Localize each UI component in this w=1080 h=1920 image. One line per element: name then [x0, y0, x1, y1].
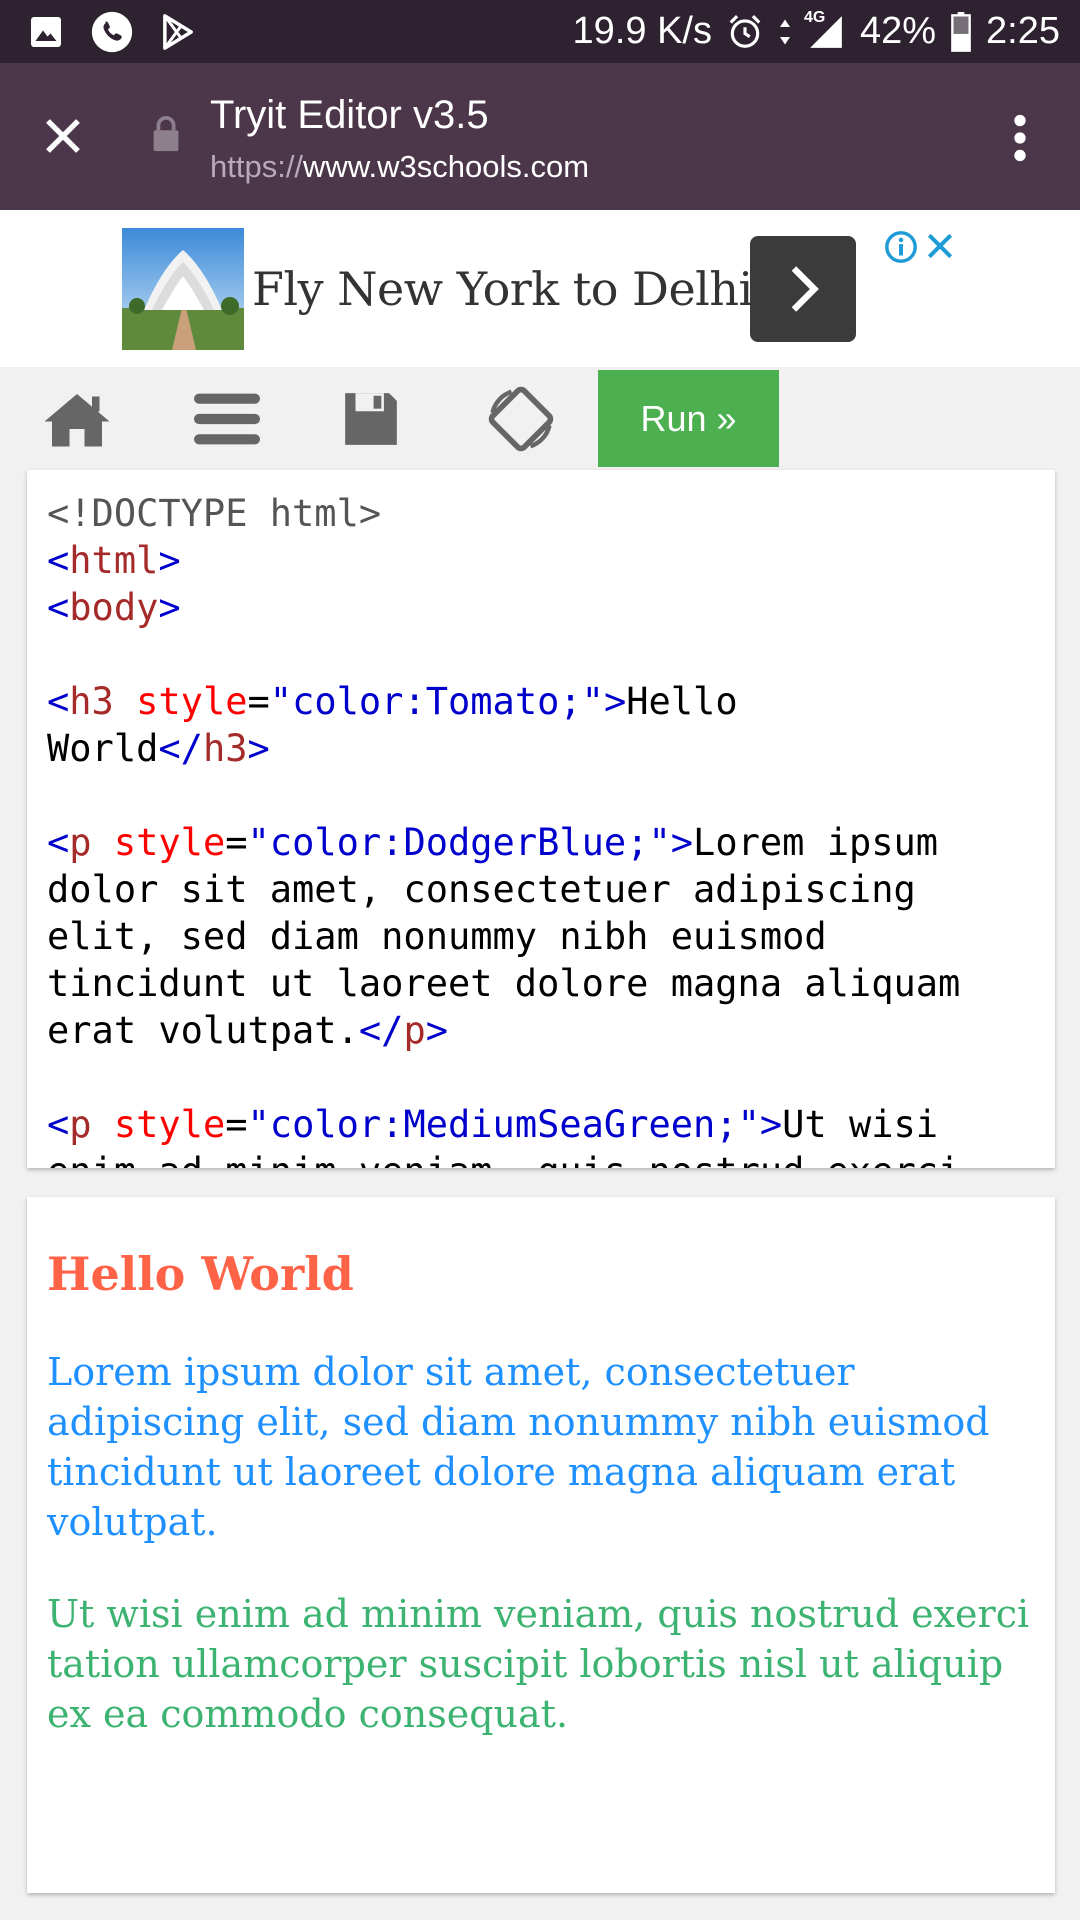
page-title: Tryit Editor v3.5: [210, 93, 489, 137]
info-icon: [885, 231, 917, 263]
battery-icon: [950, 11, 972, 52]
editor-toolbar: Run »: [0, 367, 1080, 467]
code-editor[interactable]: <!DOCTYPE html> <html> <body> <h3 style=…: [27, 470, 1055, 1168]
lock-icon: [150, 115, 182, 157]
code-p1-text-5: erat volutpat.: [47, 1009, 359, 1052]
menu-button[interactable]: [172, 371, 282, 467]
code-p1-text-3: elit, sed diam nonummy nibh euismod: [47, 915, 827, 958]
more-vertical-icon: [1014, 114, 1026, 162]
ad-headline[interactable]: Fly New York to Delhi: [252, 262, 753, 316]
code-h3-text-2: World: [47, 727, 159, 770]
signal-icon: 4G: [804, 9, 846, 51]
url-scheme: https://: [210, 149, 304, 184]
ad-image[interactable]: [122, 228, 244, 350]
code-doctype: <!DOCTYPE html>: [47, 492, 382, 535]
code-text[interactable]: <!DOCTYPE html> <html> <body> <h3 style=…: [47, 490, 1047, 1168]
result-paragraph-blue: Lorem ipsum dolor sit amet, consectetuer…: [47, 1350, 990, 1544]
ad-banner[interactable]: Fly New York to Delhi: [0, 210, 1080, 367]
run-button[interactable]: Run »: [598, 370, 779, 467]
code-p1-text-4: tincidunt ut laoreet dolore magna aliqua…: [47, 962, 961, 1005]
home-button[interactable]: [22, 371, 132, 467]
alarm-icon: [726, 13, 764, 51]
code-p1-text-2: dolor sit amet, consectetuer adipiscing: [47, 868, 916, 911]
rotate-button[interactable]: [466, 371, 576, 467]
close-icon: [927, 233, 953, 259]
code-p1-style: "color:DodgerBlue;": [247, 821, 671, 864]
url-host: www.w3schools.com: [303, 149, 590, 184]
image-icon: [28, 14, 64, 50]
data-arrows-icon: [778, 17, 792, 47]
save-button[interactable]: [316, 371, 426, 467]
chevron-right-icon: [791, 266, 819, 312]
rotate-icon: [488, 386, 554, 452]
clock: 2:25: [986, 10, 1060, 52]
ad-open-button[interactable]: [750, 236, 856, 342]
play-store-icon: [160, 13, 196, 51]
home-icon: [44, 394, 110, 447]
code-h3-text-1: Hello: [626, 680, 738, 723]
ad-choices-button[interactable]: [884, 230, 918, 268]
result-paragraph-green: Ut wisi enim ad minim veniam, quis nostr…: [47, 1592, 1030, 1736]
code-p2-style: "color:MediumSeaGreen;": [247, 1103, 760, 1146]
menu-icon: [194, 393, 260, 445]
result-preview: Hello World Lorem ipsum dolor sit amet, …: [27, 1197, 1055, 1893]
ad-close-button[interactable]: [924, 230, 956, 266]
page-url[interactable]: https://www.w3schools.com: [210, 149, 589, 185]
overflow-menu-button[interactable]: [1000, 103, 1040, 173]
battery-percent: 42%: [859, 10, 937, 52]
network-type: 4G: [803, 8, 826, 26]
close-icon: [46, 119, 80, 153]
browser-header: Tryit Editor v3.5 https://www.w3schools.…: [0, 63, 1080, 210]
code-p2-text-2: enim ad minim veniam, quis nostrud exerc…: [47, 1150, 960, 1168]
network-speed: 19.9 K/s: [572, 10, 712, 52]
code-p2-text-1: Ut wisi: [782, 1103, 939, 1146]
result-heading: Hello World: [47, 1247, 354, 1301]
code-h3-style: "color:Tomato;": [269, 680, 604, 723]
close-tab-button[interactable]: [30, 103, 96, 169]
save-icon: [345, 393, 397, 445]
status-notifications: [28, 10, 196, 54]
phone-icon: [90, 10, 134, 54]
code-p1-text-1: Lorem ipsum: [693, 821, 939, 864]
status-indicators: 19.9 K/s 4G 42% 2:25: [572, 9, 1060, 53]
status-bar: 19.9 K/s 4G 42% 2:25: [0, 0, 1080, 63]
